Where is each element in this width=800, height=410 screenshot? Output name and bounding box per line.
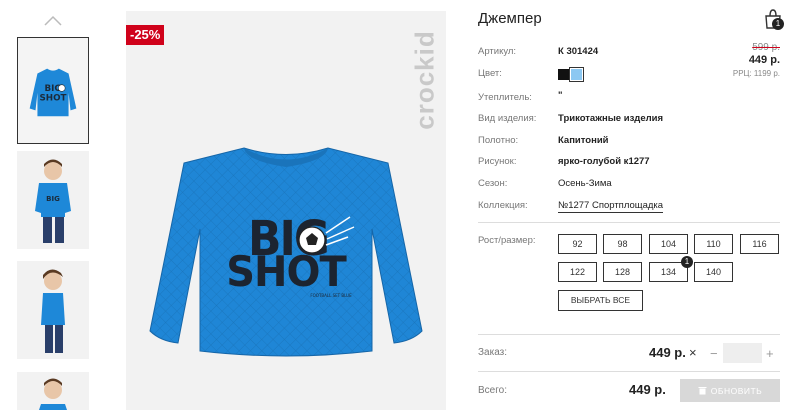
select-all-sizes-button[interactable]: ВЫБРАТЬ ВСЕ bbox=[558, 290, 643, 311]
attr-insulation-label: Утеплитель: bbox=[478, 92, 532, 103]
thumbnail-1[interactable]: BIG SHOT bbox=[17, 37, 89, 144]
size-option-128[interactable]: 128 bbox=[603, 262, 642, 282]
collection-link[interactable]: №1277 Спортплощадка bbox=[558, 200, 664, 213]
decrease-quantity-button[interactable]: − bbox=[710, 346, 718, 361]
attr-type-value: Трикотажные изделия bbox=[558, 113, 664, 124]
discount-badge: -25% bbox=[126, 25, 165, 45]
size-quantity-badge: 1 bbox=[681, 256, 693, 268]
attr-insulation-value: " bbox=[558, 90, 563, 101]
thumbnail-4[interactable] bbox=[17, 372, 89, 410]
size-option-98[interactable]: 98 bbox=[603, 234, 642, 254]
attr-color-label: Цвет: bbox=[478, 68, 502, 79]
total-price: 449 р. bbox=[629, 382, 666, 397]
remove-order-icon[interactable]: × bbox=[689, 345, 697, 360]
main-product-image[interactable]: BIG SHOT FOOTBALL SET BLUE bbox=[126, 11, 446, 410]
attr-season-value: Осень-Зима bbox=[558, 178, 612, 189]
trash-icon bbox=[698, 387, 707, 395]
update-button[interactable]: ОБНОВИТЬ bbox=[680, 379, 780, 402]
quantity-input[interactable] bbox=[723, 343, 762, 363]
attr-article-value: К 301424 bbox=[558, 46, 599, 57]
print-text-shot: SHOT bbox=[226, 247, 347, 296]
svg-text:BIG: BIG bbox=[46, 195, 60, 203]
attr-fabric-label: Полотно: bbox=[478, 135, 519, 146]
sweatshirt-image: BIG SHOT FOOTBALL SET BLUE bbox=[149, 147, 423, 357]
thumbnail-2[interactable]: BIG bbox=[17, 151, 89, 249]
color-swatch-black[interactable] bbox=[558, 69, 569, 80]
update-button-label: ОБНОВИТЬ bbox=[710, 385, 763, 396]
svg-text:SHOT: SHOT bbox=[39, 94, 66, 104]
divider bbox=[478, 334, 780, 335]
thumbnail-gallery: BIG SHOT BIG bbox=[0, 0, 105, 410]
recommended-price: РРЦ: 1199 р. bbox=[732, 69, 780, 78]
size-option-110[interactable]: 110 bbox=[694, 234, 733, 254]
old-price: 599 р. bbox=[752, 42, 780, 53]
size-option-92[interactable]: 92 bbox=[558, 234, 597, 254]
divider bbox=[478, 222, 780, 223]
color-swatch-light-blue[interactable] bbox=[569, 67, 584, 82]
attr-type-label: Вид изделия: bbox=[478, 113, 537, 124]
attr-article-label: Артикул: bbox=[478, 46, 517, 57]
brand-logo: crockid bbox=[409, 30, 440, 130]
print-small-text: FOOTBALL SET BLUE bbox=[310, 293, 352, 298]
size-option-122[interactable]: 122 bbox=[558, 262, 597, 282]
attr-season-label: Сезон: bbox=[478, 178, 508, 189]
increase-quantity-button[interactable]: + bbox=[766, 346, 774, 361]
current-price: 449 р. bbox=[748, 54, 780, 66]
size-option-116[interactable]: 116 bbox=[740, 234, 779, 254]
attr-fabric-value: Капитоний bbox=[558, 135, 609, 146]
cart-count-badge: 1 bbox=[772, 18, 784, 30]
attr-pattern-label: Рисунок: bbox=[478, 156, 517, 167]
size-option-140[interactable]: 140 bbox=[694, 262, 733, 282]
attr-pattern-value: ярко-голубой к1277 bbox=[558, 156, 650, 167]
order-price: 449 р. bbox=[649, 345, 686, 360]
product-title: Джемпер bbox=[478, 10, 542, 27]
football-icon bbox=[298, 226, 326, 254]
size-option-104[interactable]: 104 bbox=[649, 234, 688, 254]
divider bbox=[478, 371, 780, 372]
size-label: Рост/размер: bbox=[478, 235, 536, 246]
thumbnail-3[interactable] bbox=[17, 261, 89, 359]
total-label: Всего: bbox=[478, 385, 507, 396]
order-label: Заказ: bbox=[478, 347, 508, 358]
chevron-up-icon[interactable] bbox=[43, 14, 63, 26]
attr-collection-label: Коллекция: bbox=[478, 200, 528, 211]
